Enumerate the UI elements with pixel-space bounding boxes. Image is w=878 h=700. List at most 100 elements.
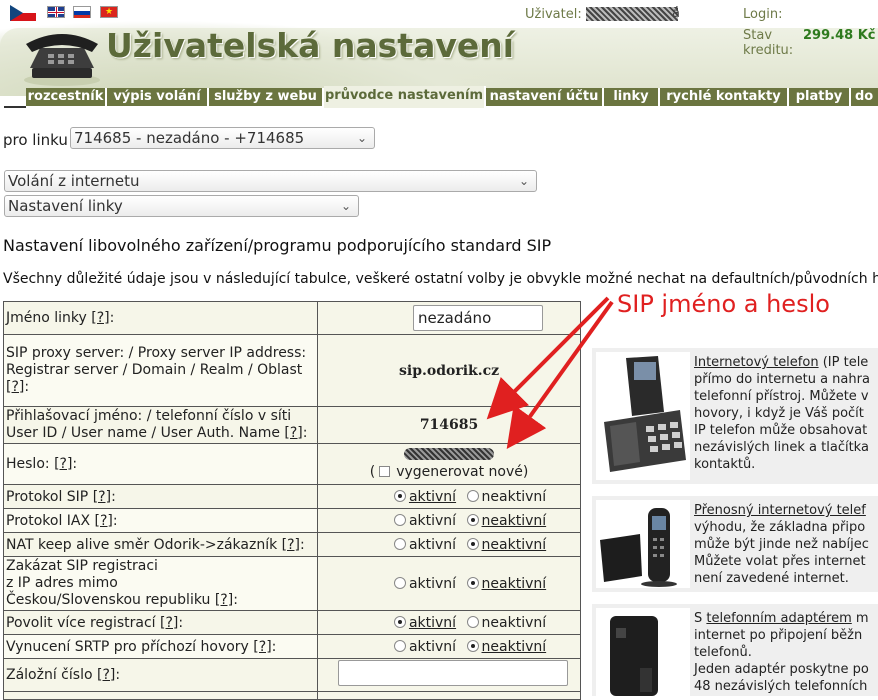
help-link[interactable]: [?] (160, 615, 178, 631)
srtp-active-radio[interactable] (393, 639, 406, 652)
promo-suffix: m (855, 611, 869, 626)
option-label: neaktivní (481, 638, 547, 655)
intro-text: Všechny důležité údaje jsou v následujíc… (3, 271, 878, 287)
protocol-sip-options: aktivní neaktivní (317, 484, 581, 509)
login-name-label: Přihlašovací jméno: / telefonní číslo v … (2, 406, 319, 444)
tab-linky[interactable]: linky (604, 88, 660, 106)
tab-pruvodce-nastavenim[interactable]: průvodce nastavením (324, 86, 486, 108)
subcategory-select[interactable]: Nastavení linky ⌄ (4, 195, 359, 217)
adapter-link[interactable]: telefonním adaptérem (706, 611, 851, 626)
help-link[interactable]: [?] (91, 310, 109, 326)
ip-phone-link[interactable]: Internetový telefon (694, 355, 819, 370)
nat-keepalive-label: NAT keep alive směr Odorik->zákazník [?]… (2, 532, 319, 557)
category-select[interactable]: Volání z internetu ⌄ (4, 170, 537, 192)
nat-inactive-radio[interactable] (466, 537, 479, 550)
sip-proxy-cell: sip.odorik.cz (317, 334, 581, 407)
help-link[interactable]: [?] (215, 592, 233, 608)
user-name-suffix: á (672, 6, 680, 21)
chevron-down-icon: ⌄ (340, 199, 351, 213)
help-link[interactable]: [?] (54, 456, 72, 472)
tabbar-start-line (4, 106, 26, 108)
promo-line: telefonní přístroj. Můžete v (694, 389, 869, 404)
phone-adapter-icon (596, 608, 690, 696)
line-select-label: pro linku (3, 131, 68, 149)
option-label: aktivní (408, 614, 457, 631)
promo-line: IP telefon může obsahovat (694, 423, 868, 438)
credit-label: Stav kreditu: (743, 28, 794, 58)
forbid-active-radio[interactable] (393, 576, 406, 589)
cordless-phone-icon (596, 500, 690, 588)
line-name-label-text: Jméno linky (6, 310, 87, 326)
regenerate-password-checkbox[interactable] (379, 466, 391, 477)
login-label-text: Přihlašovací jméno: / telefonní číslo v … (6, 408, 292, 424)
table-row: Zakázat SIP registraci z IP adres mimo Č… (2, 556, 581, 611)
promo-line: Můžete volat přes internet (694, 554, 866, 569)
tab-nastaveni-uctu[interactable]: nastavení účtu (486, 88, 604, 106)
user-id-label-text: User ID / User name / User Auth. Name (6, 425, 280, 441)
sip-settings-table: Jméno linky [?]: nezadáno SIP proxy serv… (2, 301, 581, 700)
table-row: Protokol SIP [?]: aktivní neaktivní (2, 484, 581, 509)
promo-line: přímo do internetu a nahra (694, 372, 870, 387)
help-link[interactable]: [?] (284, 425, 302, 441)
protocol-iax-label: Protokol IAX [?]: (2, 508, 319, 533)
forbid-sip-reg-options: aktivní neaktivní (317, 556, 581, 611)
chevron-down-icon: ⌄ (356, 131, 367, 145)
promo-cordless-text: Přenosný internetový telef výhodu, že zá… (694, 502, 869, 587)
cz-flag-icon[interactable] (10, 5, 36, 21)
backup-number-input[interactable] (338, 660, 569, 686)
help-link[interactable]: [?] (97, 667, 115, 683)
nat-keepalive-options: aktivní neaktivní (317, 532, 581, 557)
promo-prefix: S (694, 611, 703, 626)
password-label: Heslo: [?]: (2, 443, 319, 485)
multi-reg-inactive-radio[interactable] (466, 615, 479, 628)
sip-inactive-radio[interactable] (466, 489, 479, 502)
iax-inactive-radio[interactable] (466, 513, 479, 526)
backup-number-label: Záložní číslo [?]: (2, 658, 319, 692)
promo-ip-phone-text: Internetový telefon (IP tele přímo do in… (694, 354, 870, 473)
srtp-options: aktivní neaktivní (317, 634, 581, 659)
uk-flag-icon[interactable] (47, 6, 65, 18)
multi-reg-active-radio[interactable] (393, 615, 406, 628)
iax-active-radio[interactable] (393, 513, 406, 526)
tab-rozcestnik[interactable]: rozcestník (26, 88, 107, 106)
paren-open: ( (369, 464, 376, 480)
help-link[interactable]: [?] (95, 513, 113, 529)
tab-vypis-volani[interactable]: výpis volání (107, 88, 209, 106)
subcategory-select-value: Nastavení linky (8, 197, 123, 215)
srtp-inactive-radio[interactable] (466, 639, 479, 652)
tab-platby[interactable]: platby (789, 88, 851, 106)
page-title: Uživatelská nastavení (106, 26, 515, 65)
cordless-phone-link[interactable]: Přenosný internetový telef (694, 503, 866, 518)
chevron-down-icon: ⌄ (518, 174, 529, 188)
multi-reg-options: aktivní neaktivní (317, 610, 581, 635)
sip-proxy-label-text: SIP proxy server: / Proxy server IP addr… (6, 345, 307, 361)
help-link[interactable]: [?] (6, 379, 24, 395)
help-link[interactable]: [?] (253, 639, 271, 655)
tab-more[interactable]: do (851, 88, 878, 106)
tab-sluzby-z-webu[interactable]: služby z webu (209, 88, 324, 106)
option-label: neaktivní (481, 488, 547, 505)
help-link[interactable]: [?] (93, 489, 111, 505)
sip-active-radio[interactable] (393, 489, 406, 502)
backup-number-cell (317, 658, 581, 692)
table-row (2, 691, 581, 700)
option-label: neaktivní (481, 512, 547, 529)
login-name-cell: 714685 (317, 406, 581, 444)
tab-rychle-kontakty[interactable]: rychlé kontakty (660, 88, 789, 106)
nat-active-radio[interactable] (393, 537, 406, 550)
promo-line: Jeden adaptér poskytne po (694, 662, 869, 677)
line-name-input[interactable]: nezadáno (413, 305, 544, 331)
table-row: Přihlašovací jméno: / telefonní číslo v … (2, 406, 581, 444)
option-label: aktivní (408, 575, 457, 592)
line-select[interactable]: 714685 - nezadáno - +714685 ⌄ (70, 127, 375, 149)
forbid-inactive-radio[interactable] (466, 576, 479, 589)
ru-flag-icon[interactable] (73, 6, 91, 18)
line-name-cell: nezadáno (317, 301, 581, 335)
login-name-value: 714685 (419, 417, 479, 433)
help-link[interactable]: [?] (282, 537, 300, 553)
table-row: Protokol IAX [?]: aktivní neaktivní (2, 508, 581, 533)
vn-flag-icon[interactable]: ★ (100, 6, 118, 18)
option-label: aktivní (408, 512, 457, 529)
category-select-value: Volání z internetu (8, 172, 140, 190)
annotation-label: SIP jméno a heslo (617, 290, 830, 318)
